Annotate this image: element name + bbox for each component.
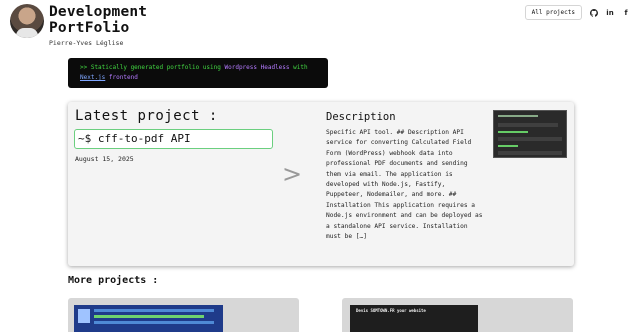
banner-with: with — [289, 64, 308, 71]
linkedin-icon[interactable]: in — [606, 9, 614, 17]
project-screenshot — [74, 305, 223, 332]
description-heading: Description — [326, 111, 396, 123]
wordpress-link[interactable]: Wordpress Headless — [225, 64, 290, 71]
site-title-line1: Development — [49, 4, 148, 20]
site-title[interactable]: Development PortFolio — [49, 4, 147, 36]
author-name: Pierre-Yves Léglise — [49, 39, 124, 47]
site-title-line2: PortFolio — [49, 20, 130, 36]
avatar-shirt — [16, 28, 38, 38]
project-card[interactable] — [68, 298, 299, 332]
facebook-icon[interactable]: f — [622, 9, 630, 17]
latest-project-name[interactable]: ~$ cff-to-pdf API — [74, 129, 273, 149]
github-icon[interactable] — [590, 8, 598, 17]
project-thumbnail[interactable] — [493, 110, 567, 158]
latest-project-heading: Latest project : — [75, 108, 218, 124]
banner-prefix: >> Statically generated portfolio using — [80, 64, 225, 71]
project-screenshot-title: Devis SOMTOWN.FR your website — [356, 308, 426, 313]
project-screenshot: Devis SOMTOWN.FR your website — [350, 305, 478, 332]
header: Development PortFolio Pierre-Yves Léglis… — [0, 0, 640, 52]
top-nav: All projects in f — [524, 5, 630, 20]
all-projects-button[interactable]: All projects — [524, 5, 582, 20]
project-date: August 15, 2025 — [75, 155, 134, 163]
more-projects-heading: More projects : — [68, 275, 159, 286]
banner-frontend: frontend — [105, 74, 138, 81]
project-description: Specific API tool. ## Description API se… — [326, 129, 483, 241]
intro-banner: >> Statically generated portfolio using … — [68, 58, 328, 88]
nextjs-link[interactable]: Next.js — [80, 74, 105, 81]
chevron-right-icon[interactable]: > — [282, 160, 302, 188]
latest-project-card[interactable]: Latest project : ~$ cff-to-pdf API Augus… — [68, 102, 574, 266]
avatar[interactable] — [10, 4, 44, 38]
project-card[interactable]: Devis SOMTOWN.FR your website — [342, 298, 573, 332]
